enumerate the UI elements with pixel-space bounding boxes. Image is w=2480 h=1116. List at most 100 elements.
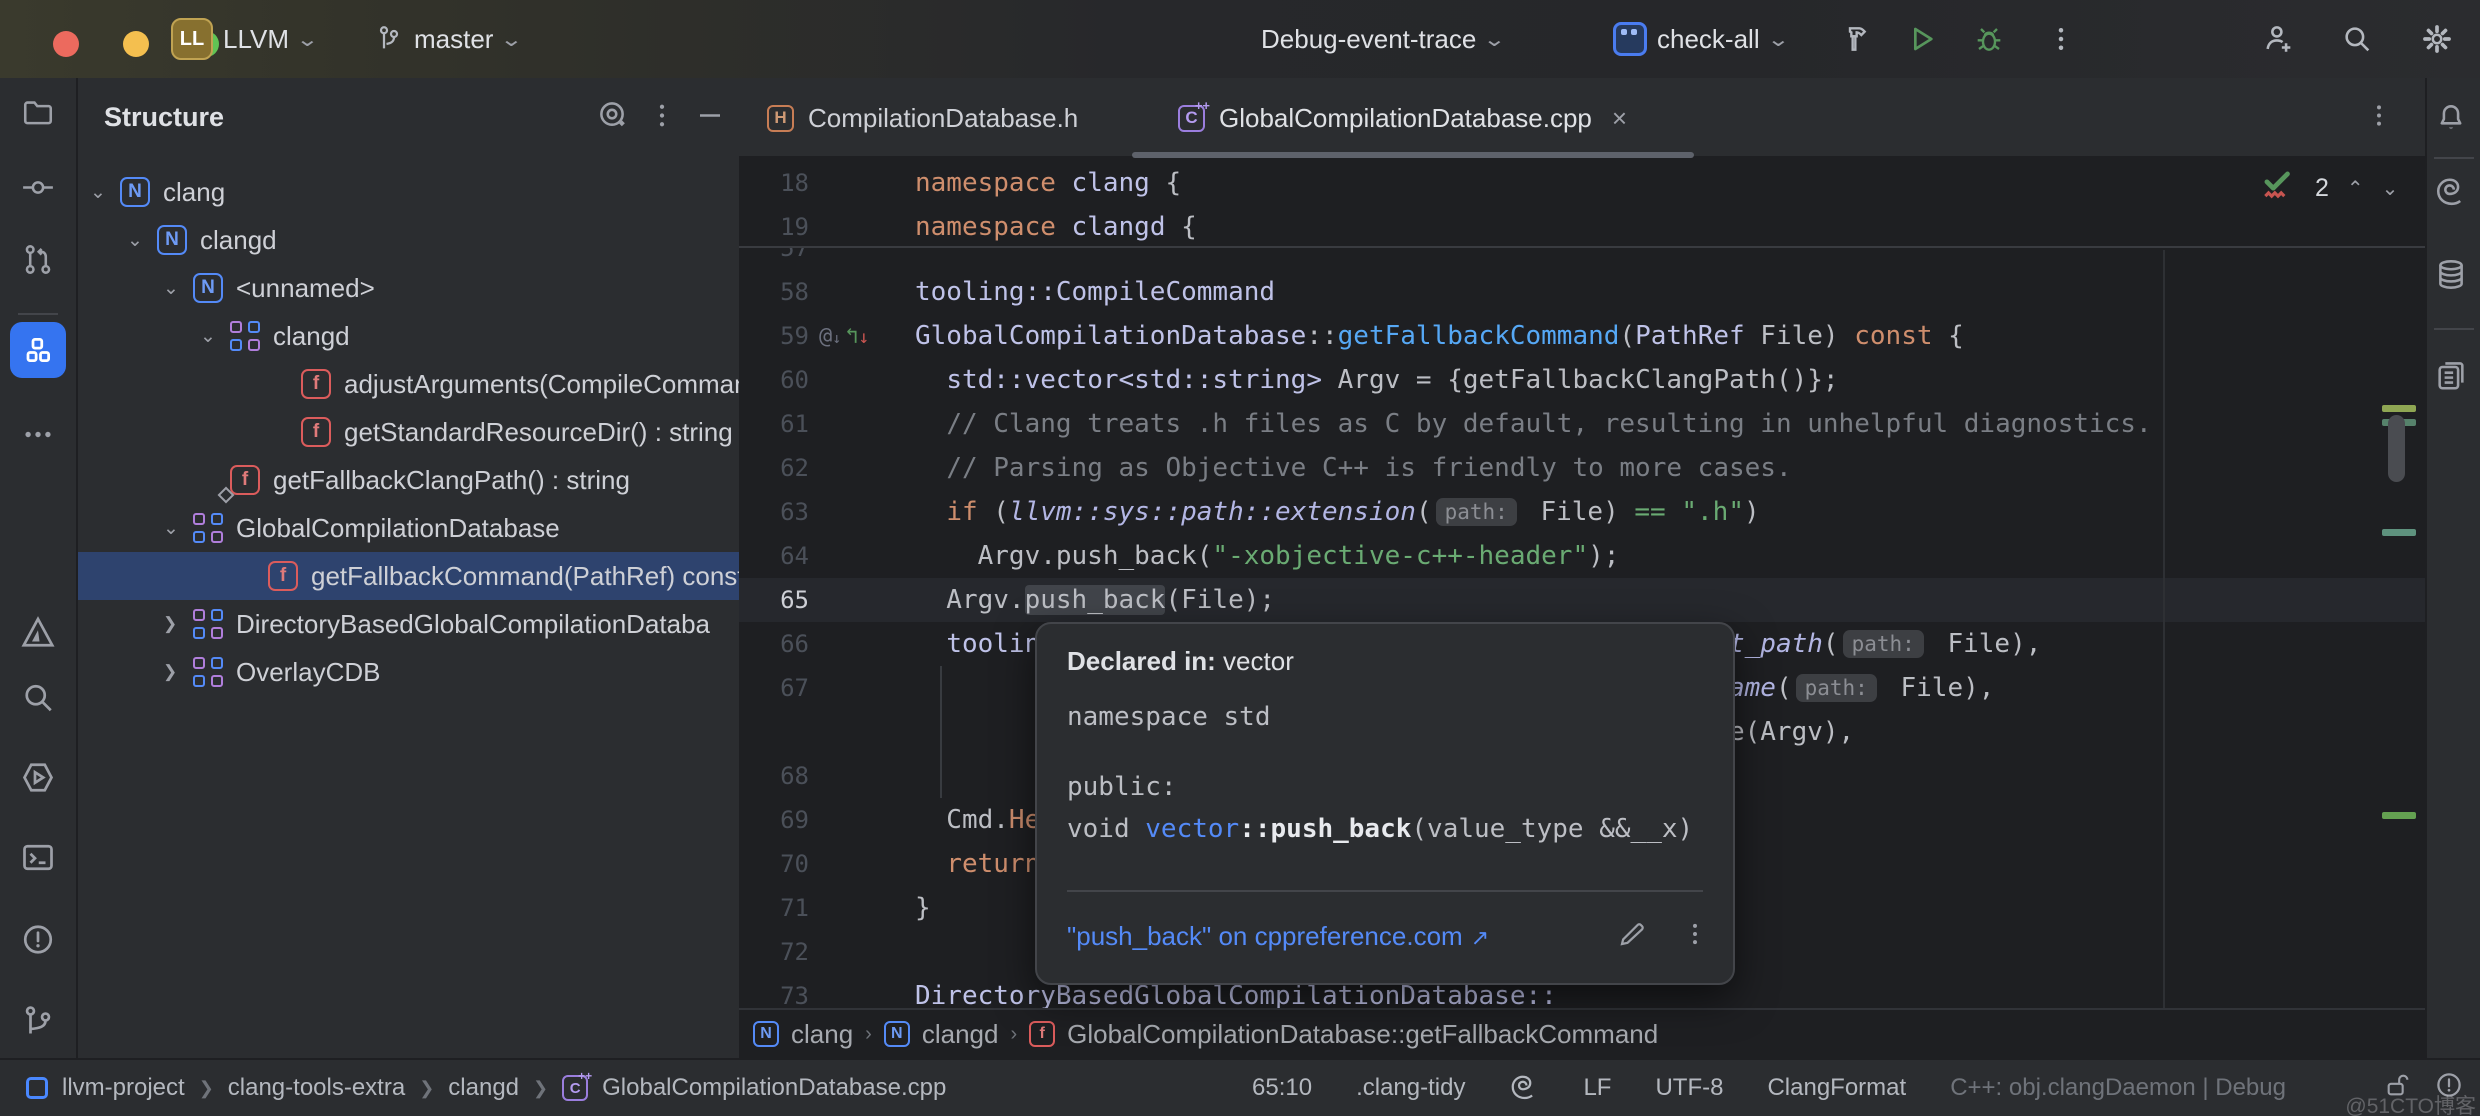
code-line-59[interactable]: 59@↓↰↓GlobalCompilationDatabase::getFall… xyxy=(739,314,2425,358)
next-problem-button[interactable]: ⌄ xyxy=(2382,176,2399,201)
scrollbar-thumb[interactable] xyxy=(2388,415,2405,482)
code-line-64[interactable]: 64 Argv.push_back("-xobjective-c++-heade… xyxy=(739,534,2425,578)
path-segment[interactable]: GlobalCompilationDatabase.cpp xyxy=(602,1074,946,1102)
tree-item-overlaycdb[interactable]: ❯OverlayCDB xyxy=(78,648,739,696)
recursive-call-icon[interactable]: ↰↓ xyxy=(845,324,869,349)
build-button[interactable] xyxy=(1838,0,1870,78)
database-button[interactable] xyxy=(2434,258,2468,297)
path-segment[interactable]: clangd xyxy=(448,1074,519,1102)
tree-item-adjustarguments-compilecomman[interactable]: fadjustArguments(CompileComman xyxy=(78,360,739,408)
statusbar-path[interactable]: llvm-project❯clang-tools-extra❯clangd❯CG… xyxy=(26,1074,946,1102)
tree-item-label: <unnamed> xyxy=(236,273,375,304)
previous-problem-button[interactable]: ⌃ xyxy=(2347,176,2364,201)
settings-button[interactable] xyxy=(2420,0,2454,78)
run-button[interactable] xyxy=(1906,0,1938,78)
tree-item-getfallbackclangpath-string[interactable]: fgetFallbackClangPath() : string xyxy=(78,456,739,504)
tree-item-clangd[interactable]: ⌄clangd xyxy=(78,312,739,360)
path-segment[interactable]: clang-tools-extra xyxy=(228,1074,405,1102)
code-line-62[interactable]: 62 // Parsing as Objective C++ is friend… xyxy=(739,446,2425,490)
tree-item-directorybasedglobalcompilationdataba[interactable]: ❯DirectoryBasedGlobalCompilationDataba xyxy=(78,600,739,648)
project-toolwindow-button[interactable] xyxy=(21,96,55,135)
chevron-down-icon[interactable]: ⌄ xyxy=(163,277,193,300)
sticky-code-line[interactable]: 18namespace clang { xyxy=(739,161,2425,205)
tab-list-kebab-button[interactable] xyxy=(2365,102,2393,135)
vcs-branch-widget[interactable]: master ⌄ xyxy=(374,0,520,78)
find-toolwindow-button[interactable] xyxy=(20,680,56,721)
chevron-down-icon[interactable]: ⌄ xyxy=(200,325,230,348)
tree-item-getfallbackcommand-pathref-const[interactable]: fgetFallbackCommand(PathRef) const xyxy=(78,552,739,600)
tree-item-globalcompilationdatabase[interactable]: ⌄GlobalCompilationDatabase xyxy=(78,504,739,552)
commit-toolwindow-button[interactable] xyxy=(21,171,55,210)
kebab-menu-icon xyxy=(647,101,677,131)
code-line-65[interactable]: 65 Argv.push_back(File); xyxy=(739,578,2425,622)
project-widget[interactable]: LL LLVM ⌄ xyxy=(171,0,316,78)
editor-tab-bar: H CompilationDatabase.h C GlobalCompilat… xyxy=(739,78,2425,158)
debug-button[interactable] xyxy=(1973,0,2005,78)
header-file-icon: H xyxy=(767,105,794,132)
terminal-toolwindow-button[interactable] xyxy=(20,840,56,881)
gutter-icons[interactable]: @↓↰↓ xyxy=(819,324,869,349)
more-actions-button[interactable] xyxy=(2046,0,2076,78)
tree-item-clangd[interactable]: ⌄Nclangd xyxy=(78,216,739,264)
chevron-down-icon[interactable]: ⌄ xyxy=(163,517,193,540)
clang-tidy-widget[interactable]: .clang-tidy xyxy=(1356,1074,1465,1102)
tab-globalcompilationdatabase-cpp[interactable]: C GlobalCompilationDatabase.cpp × xyxy=(1178,78,1627,158)
popup-options-button[interactable] xyxy=(1681,920,1709,953)
tree-item-clang[interactable]: ⌄Nclang xyxy=(78,168,739,216)
breadcrumb-globalcompilationdatabase[interactable]: fGlobalCompilationDatabase::getFallbackC… xyxy=(1029,1019,1658,1050)
more-toolwindows-button[interactable] xyxy=(21,418,55,457)
build-target-selector[interactable]: check-all ⌄ xyxy=(1613,0,1786,78)
minimize-window-button[interactable] xyxy=(123,31,149,57)
code-with-me-button[interactable] xyxy=(2262,0,2296,78)
close-icon[interactable]: × xyxy=(1612,103,1627,134)
chevron-right-icon[interactable]: ❯ xyxy=(163,662,193,682)
cppreference-link[interactable]: "push_back" on cppreference.com↗ xyxy=(1067,921,1489,952)
git-toolwindow-button[interactable] xyxy=(20,1004,56,1045)
services-toolwindow-button[interactable] xyxy=(20,760,56,801)
line-ending-widget[interactable]: LF xyxy=(1583,1074,1611,1102)
namespace-line: namespace std xyxy=(1067,702,1703,732)
documentation-button[interactable] xyxy=(2434,359,2468,398)
cmake-toolwindow-button[interactable] xyxy=(20,615,56,656)
structure-toolwindow-button-selected[interactable] xyxy=(10,322,66,378)
inspection-widget[interactable]: 2 ⌃ ⌄ xyxy=(2259,166,2398,210)
breadcrumb-clangd[interactable]: Nclangd xyxy=(884,1019,999,1050)
close-window-button[interactable] xyxy=(53,31,79,57)
notifications-button[interactable] xyxy=(2434,99,2468,138)
view-options-button[interactable] xyxy=(595,99,629,138)
tree-item--unnamed-[interactable]: ⌄N<unnamed> xyxy=(78,264,739,312)
eye-icon xyxy=(595,99,629,133)
clangd-status-icon[interactable] xyxy=(1509,1073,1539,1103)
code-line-58[interactable]: 58tooling::CompileCommand xyxy=(739,270,2425,314)
code-line-63[interactable]: 63 if (llvm::sys::path::extension(path: … xyxy=(739,490,2425,534)
override-icon[interactable]: @↓ xyxy=(819,324,841,349)
hide-panel-button[interactable] xyxy=(695,101,725,136)
parameter-hint-chip: path: xyxy=(1843,630,1924,658)
path-segment[interactable]: llvm-project xyxy=(62,1074,185,1102)
encoding-widget[interactable]: UTF-8 xyxy=(1655,1074,1723,1102)
problems-toolwindow-button[interactable] xyxy=(20,922,56,963)
edit-source-button[interactable] xyxy=(1617,919,1647,954)
caret-position[interactable]: 65:10 xyxy=(1252,1074,1312,1102)
chevron-down-icon[interactable]: ⌄ xyxy=(127,229,157,252)
error-stripe[interactable] xyxy=(2380,160,2425,1036)
ai-assistant-icon xyxy=(2434,176,2468,210)
ai-assistant-button[interactable] xyxy=(2434,176,2468,215)
code-line-61[interactable]: 61 // Clang treats .h files as C by defa… xyxy=(739,402,2425,446)
search-everywhere-button[interactable] xyxy=(2340,0,2374,78)
breadcrumb-clang[interactable]: Nclang xyxy=(753,1019,853,1050)
run-configuration-selector[interactable]: Debug-event-trace ⌄ xyxy=(1261,0,1503,78)
breadcrumb-separator: › xyxy=(1010,1023,1017,1046)
tree-item-getstandardresourcedir-string[interactable]: fgetStandardResourceDir() : string xyxy=(78,408,739,456)
chevron-right-icon[interactable]: ❯ xyxy=(163,614,193,634)
git-branch-icon xyxy=(374,24,404,54)
database-icon xyxy=(2434,258,2468,292)
pull-requests-toolwindow-button[interactable] xyxy=(21,243,55,282)
chevron-down-icon[interactable]: ⌄ xyxy=(90,181,120,204)
formatter-widget[interactable]: ClangFormat xyxy=(1767,1074,1906,1102)
vector-type-link[interactable]: vector xyxy=(1145,814,1239,844)
code-line-60[interactable]: 60 std::vector<std::string> Argv = {getF… xyxy=(739,358,2425,402)
panel-options-button[interactable] xyxy=(647,101,677,136)
sticky-code-line[interactable]: 19namespace clangd { xyxy=(739,205,2425,249)
tab-compilationdatabase-h[interactable]: H CompilationDatabase.h xyxy=(767,78,1078,158)
